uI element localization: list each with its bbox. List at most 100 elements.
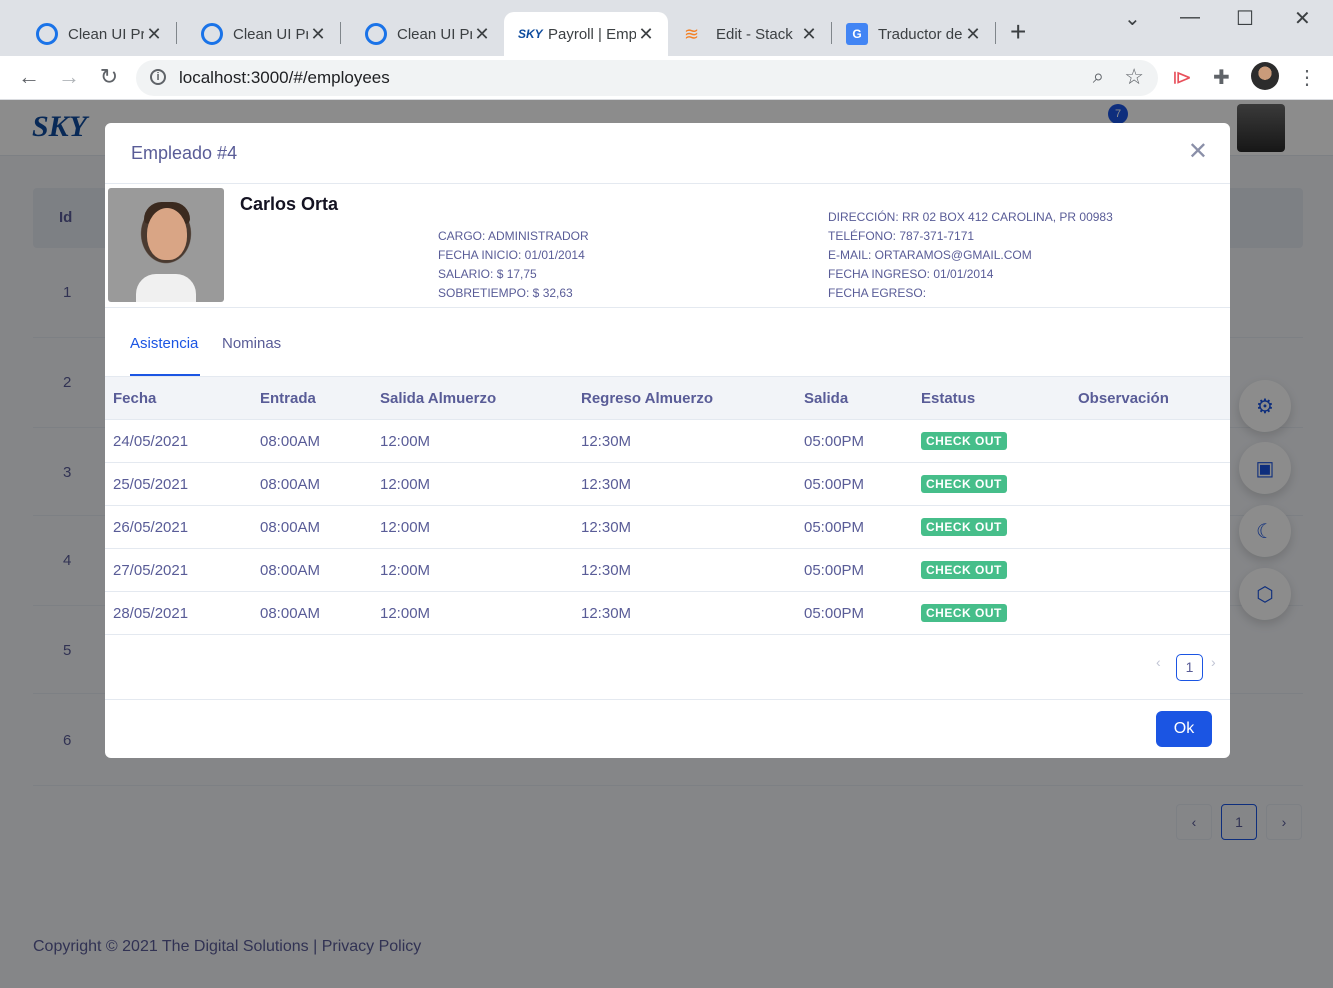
close-icon[interactable]: ✕ <box>144 24 164 45</box>
cell-fecha: 24/05/2021 <box>105 419 252 463</box>
cell-regreso-almuerzo: 12:30M <box>573 548 796 592</box>
status-badge: CHECK OUT <box>921 604 1007 622</box>
browser-tab[interactable]: Clean UI Pro ✕ <box>177 12 340 56</box>
browser-tab[interactable]: G Traductor de ✕ <box>832 12 995 56</box>
table-header-row: Fecha Entrada Salida Almuerzo Regreso Al… <box>105 376 1230 420</box>
cell-salida: 05:00PM <box>796 505 913 549</box>
pagination-page[interactable]: 1 <box>1176 654 1203 681</box>
back-arrow-icon[interactable]: ← <box>14 64 44 90</box>
column-header[interactable]: Salida <box>796 376 913 420</box>
maximize-icon[interactable]: ☐ <box>1236 6 1254 31</box>
cell-salida-almuerzo: 12:00M <box>372 462 573 506</box>
cell-salida-almuerzo: 12:00M <box>372 419 573 463</box>
cell-estatus: CHECK OUT <box>913 419 1070 463</box>
browser-tab-title: Traductor de <box>878 25 963 43</box>
minimize-icon[interactable]: — <box>1180 6 1200 29</box>
window-close-icon[interactable]: ✕ <box>1294 6 1311 31</box>
cell-salida: 05:00PM <box>796 548 913 592</box>
cell-regreso-almuerzo: 12:30M <box>573 419 796 463</box>
modal-title: Empleado #4 <box>131 143 238 163</box>
address-bar[interactable]: i localhost:3000/#/employees ⌕ ☆ <box>136 60 1158 96</box>
employee-cargo: CARGO: ADMINISTRADOR <box>438 229 589 243</box>
ring-icon <box>201 23 223 45</box>
cell-fecha: 26/05/2021 <box>105 505 252 549</box>
kebab-menu-icon[interactable]: ⋮ <box>1297 65 1317 90</box>
ok-button[interactable]: Ok <box>1156 711 1212 747</box>
cell-observacion <box>1070 419 1230 463</box>
cell-entrada: 08:00AM <box>252 548 372 592</box>
cell-entrada: 08:00AM <box>252 591 372 635</box>
close-icon[interactable]: ✕ <box>308 24 328 45</box>
close-icon[interactable]: ✕ <box>472 24 492 45</box>
translate-icon: G <box>846 23 868 45</box>
column-header[interactable]: Entrada <box>252 376 372 420</box>
cell-observacion <box>1070 505 1230 549</box>
browser-tab-title: Clean UI Pro <box>233 25 308 43</box>
table-row[interactable]: 27/05/2021 08:00AM 12:00M 12:30M 05:00PM… <box>105 548 1230 592</box>
browser-tab-strip: Clean UI Pro ✕ Clean UI Pro ✕ Clean UI P… <box>0 0 1333 56</box>
tab-search-chevron-icon[interactable]: ⌄ <box>1124 6 1141 31</box>
attendance-table: Fecha Entrada Salida Almuerzo Regreso Al… <box>105 376 1230 635</box>
employee-photo <box>108 188 224 302</box>
browser-tab-title: Payroll | Emp <box>548 25 636 43</box>
browser-tab-title: Clean UI Pro <box>68 25 144 43</box>
close-icon[interactable]: ✕ <box>963 24 983 45</box>
browser-tab[interactable]: Clean UI Pro ✕ <box>12 12 176 56</box>
employee-sobretiempo: SOBRETIEMPO: $ 32,63 <box>438 286 573 300</box>
profile-avatar[interactable] <box>1251 62 1279 90</box>
forward-arrow-icon[interactable]: → <box>54 64 84 90</box>
column-header[interactable]: Fecha <box>105 376 252 420</box>
close-icon[interactable]: ✕ <box>799 24 819 45</box>
photo-face <box>147 208 187 260</box>
cell-fecha: 25/05/2021 <box>105 462 252 506</box>
employee-fecha-egreso: FECHA EGRESO: <box>828 286 927 300</box>
stackoverflow-icon: ≋ <box>684 24 700 44</box>
table-row[interactable]: 25/05/2021 08:00AM 12:00M 12:30M 05:00PM… <box>105 462 1230 506</box>
extension-icon[interactable]: ⧐ <box>1172 65 1192 90</box>
cell-fecha: 28/05/2021 <box>105 591 252 635</box>
address-bar-url[interactable]: localhost:3000/#/employees <box>179 68 390 88</box>
tab-nominas[interactable]: Nominas <box>222 335 281 352</box>
employee-direccion: DIRECCIÓN: RR 02 BOX 412 CAROLINA, PR 00… <box>828 210 1113 224</box>
tab-asistencia[interactable]: Asistencia <box>130 335 198 352</box>
ring-icon <box>365 23 387 45</box>
ring-icon <box>36 23 58 45</box>
sky-icon: SKY <box>518 27 543 41</box>
column-header[interactable]: Regreso Almuerzo <box>573 376 796 420</box>
cell-entrada: 08:00AM <box>252 419 372 463</box>
close-icon[interactable]: ✕ <box>1188 140 1208 164</box>
site-info-icon[interactable]: i <box>150 69 166 85</box>
new-tab-plus-icon[interactable]: + <box>1010 18 1026 46</box>
cell-observacion <box>1070 591 1230 635</box>
employee-name: Carlos Orta <box>240 194 339 214</box>
browser-tab[interactable]: ≋ Edit - Stack ✕ <box>668 12 831 56</box>
cell-regreso-almuerzo: 12:30M <box>573 591 796 635</box>
column-header[interactable]: Observación <box>1070 376 1230 420</box>
table-row[interactable]: 28/05/2021 08:00AM 12:00M 12:30M 05:00PM… <box>105 591 1230 635</box>
browser-tab[interactable]: Clean UI Pro ✕ <box>341 12 504 56</box>
table-row[interactable]: 26/05/2021 08:00AM 12:00M 12:30M 05:00PM… <box>105 505 1230 549</box>
cell-salida-almuerzo: 12:00M <box>372 548 573 592</box>
employee-telefono: TELÉFONO: 787-371-7171 <box>828 229 975 243</box>
zoom-icon[interactable]: ⌕ <box>1093 66 1104 89</box>
puzzle-extensions-icon[interactable]: ✚ <box>1213 65 1230 90</box>
cell-salida: 05:00PM <box>796 462 913 506</box>
column-header[interactable]: Estatus <box>913 376 1070 420</box>
pagination-next-icon[interactable]: › <box>1211 654 1216 670</box>
reload-icon[interactable]: ↻ <box>94 64 124 90</box>
browser-tab-title: Edit - Stack <box>716 25 793 43</box>
browser-tab-active[interactable]: SKY Payroll | Emp ✕ <box>504 12 668 56</box>
cell-salida-almuerzo: 12:00M <box>372 591 573 635</box>
employee-job-info: CARGO: ADMINISTRADOR FECHA INICIO: 01/01… <box>438 227 589 303</box>
close-icon[interactable]: ✕ <box>636 24 656 45</box>
cell-regreso-almuerzo: 12:30M <box>573 505 796 549</box>
table-row[interactable]: 24/05/2021 08:00AM 12:00M 12:30M 05:00PM… <box>105 419 1230 463</box>
cell-estatus: CHECK OUT <box>913 591 1070 635</box>
bookmark-star-icon[interactable]: ☆ <box>1124 64 1144 90</box>
status-badge: CHECK OUT <box>921 432 1007 450</box>
modal-footer-divider <box>105 699 1230 700</box>
pagination-prev-icon[interactable]: ‹ <box>1156 654 1161 670</box>
cell-estatus: CHECK OUT <box>913 462 1070 506</box>
status-badge: CHECK OUT <box>921 518 1007 536</box>
column-header[interactable]: Salida Almuerzo <box>372 376 573 420</box>
